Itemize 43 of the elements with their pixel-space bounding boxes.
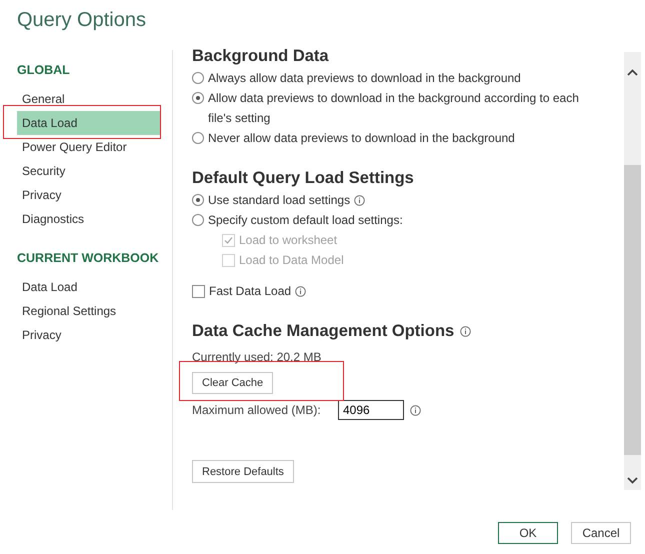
info-icon bbox=[295, 286, 306, 297]
sidebar-item[interactable]: Privacy bbox=[17, 183, 160, 207]
scroll-down-icon[interactable] bbox=[627, 477, 638, 484]
checkbox-label: Fast Data Load bbox=[209, 283, 292, 300]
sidebar-item[interactable]: Privacy bbox=[17, 323, 160, 347]
sidebar-item[interactable]: Data Load bbox=[17, 111, 160, 135]
restore-defaults-button[interactable]: Restore Defaults bbox=[192, 460, 294, 483]
window-title: Query Options bbox=[16, 8, 147, 33]
checkbox-label: Load to Data Model bbox=[239, 252, 344, 269]
radio-button[interactable] bbox=[192, 194, 204, 206]
cache-usage-text: Currently used: 20.2 MB bbox=[192, 349, 322, 366]
checkbox-label: Load to worksheet bbox=[239, 232, 338, 249]
field-label: Maximum allowed (MB): bbox=[192, 403, 322, 417]
clear-cache-button[interactable]: Clear Cache bbox=[192, 372, 274, 394]
checkbox[interactable] bbox=[192, 285, 205, 298]
sidebar-heading: CURRENT WORKBOOK bbox=[16, 250, 160, 267]
radio-label: Never allow data previews to download in the background bbox=[208, 130, 515, 147]
scrollbar[interactable] bbox=[624, 52, 641, 490]
radio-label: Allow data previews to download in the background according to each file's setting bbox=[208, 90, 580, 127]
sidebar-item[interactable]: Security bbox=[17, 159, 160, 183]
dialog-button[interactable]: OK bbox=[498, 522, 558, 544]
sidebar-item[interactable]: General bbox=[17, 87, 160, 111]
sidebar-heading: GLOBAL bbox=[16, 62, 71, 79]
section-heading: Background Data bbox=[192, 46, 329, 66]
sidebar-item[interactable]: Power Query Editor bbox=[17, 135, 160, 159]
dialog-button[interactable]: Cancel bbox=[571, 522, 631, 544]
radio-button[interactable] bbox=[192, 92, 204, 104]
input-field[interactable]: 4096 bbox=[338, 400, 404, 420]
radio-label: Always allow data previews to download in the background bbox=[208, 70, 521, 87]
radio-button[interactable] bbox=[192, 132, 204, 144]
radio-button[interactable] bbox=[192, 72, 204, 84]
radio-label: Use standard load settings bbox=[208, 192, 350, 209]
section-heading: Default Query Load Settings bbox=[192, 168, 414, 188]
scroll-up-icon[interactable] bbox=[627, 69, 638, 76]
sidebar-item[interactable]: Data Load bbox=[17, 275, 160, 299]
info-icon bbox=[410, 404, 421, 416]
info-icon bbox=[354, 195, 366, 206]
section-heading: Data Cache Management Options bbox=[192, 322, 454, 340]
sidebar-item[interactable]: Diagnostics bbox=[17, 207, 160, 231]
info-icon bbox=[460, 326, 472, 336]
radio-label: Specify custom default load settings: bbox=[208, 212, 403, 229]
sidebar-item[interactable]: Regional Settings bbox=[17, 299, 160, 323]
radio-button[interactable] bbox=[192, 214, 204, 226]
